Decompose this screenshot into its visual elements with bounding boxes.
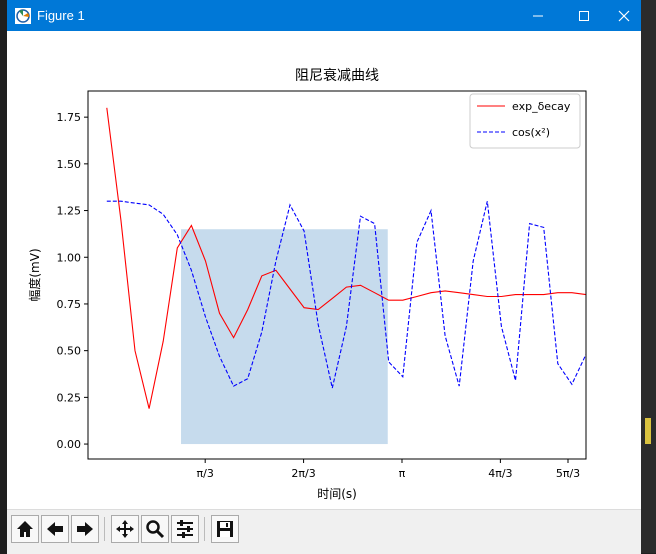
zoom-button[interactable] bbox=[141, 515, 169, 543]
chart-title: 阻尼衰减曲线 bbox=[295, 67, 379, 84]
y-tick-label: 1.75 bbox=[57, 111, 82, 124]
background-window-marker bbox=[645, 418, 651, 444]
legend-label-exp: exp_δecay bbox=[512, 100, 571, 113]
y-tick-label: 1.50 bbox=[57, 158, 82, 171]
y-tick-label: 1.25 bbox=[57, 205, 82, 218]
navigation-toolbar bbox=[7, 509, 641, 554]
x-tick-label: 2π/3 bbox=[291, 467, 315, 480]
pan-icon bbox=[116, 520, 134, 538]
x-axis-label: 时间(s) bbox=[317, 487, 357, 501]
matplotlib-app-icon bbox=[15, 8, 31, 24]
chart: 阻尼衰减曲线 时间(s) 幅度(mV) 0.00 0.25 0.50 0.75 1.00… bbox=[27, 67, 587, 501]
x-tick-label: 4π/3 bbox=[488, 467, 512, 480]
legend: exp_δecay cos(x²) bbox=[469, 93, 581, 149]
toolbar-separator bbox=[104, 517, 105, 541]
y-tick-label: 0.50 bbox=[57, 345, 82, 358]
minimize-icon bbox=[533, 15, 543, 17]
minimize-button[interactable] bbox=[515, 0, 561, 31]
close-icon bbox=[618, 10, 630, 22]
maximize-button[interactable] bbox=[561, 0, 607, 31]
save-button[interactable] bbox=[211, 515, 239, 543]
back-button[interactable] bbox=[41, 515, 69, 543]
zoom-icon bbox=[146, 520, 165, 539]
home-button[interactable] bbox=[11, 515, 39, 543]
figure-window: Figure 1 阻尼衰减曲线 时间(s) 幅度(mV) 0.00 0.25 0.5… bbox=[7, 0, 641, 554]
background-window-edge bbox=[641, 0, 656, 553]
home-icon bbox=[17, 521, 33, 537]
save-icon bbox=[217, 521, 233, 537]
forward-icon bbox=[77, 522, 93, 536]
y-tick-label: 0.00 bbox=[57, 438, 82, 451]
y-tick-label: 1.00 bbox=[57, 251, 82, 264]
x-tick-label: π/3 bbox=[197, 467, 214, 480]
close-button[interactable] bbox=[607, 0, 641, 31]
y-tick-label: 0.25 bbox=[57, 391, 82, 404]
x-tick-label: 5π/3 bbox=[556, 467, 580, 480]
window-title: Figure 1 bbox=[37, 8, 85, 23]
figure-canvas[interactable]: 阻尼衰减曲线 时间(s) 幅度(mV) 0.00 0.25 0.50 0.75 1.00… bbox=[7, 31, 641, 509]
y-tick-label: 0.75 bbox=[57, 298, 82, 311]
maximize-icon bbox=[579, 11, 589, 21]
configure-subplots-button[interactable] bbox=[171, 515, 199, 543]
configure-subplots-icon bbox=[177, 520, 193, 538]
pan-button[interactable] bbox=[111, 515, 139, 543]
forward-button[interactable] bbox=[71, 515, 99, 543]
back-icon bbox=[47, 522, 63, 536]
y-axis-label: 幅度(mV) bbox=[27, 248, 42, 301]
toolbar-separator bbox=[204, 517, 205, 541]
x-tick-label: π bbox=[399, 467, 406, 480]
legend-label-cos: cos(x²) bbox=[512, 126, 550, 139]
title-bar: Figure 1 bbox=[7, 0, 641, 31]
